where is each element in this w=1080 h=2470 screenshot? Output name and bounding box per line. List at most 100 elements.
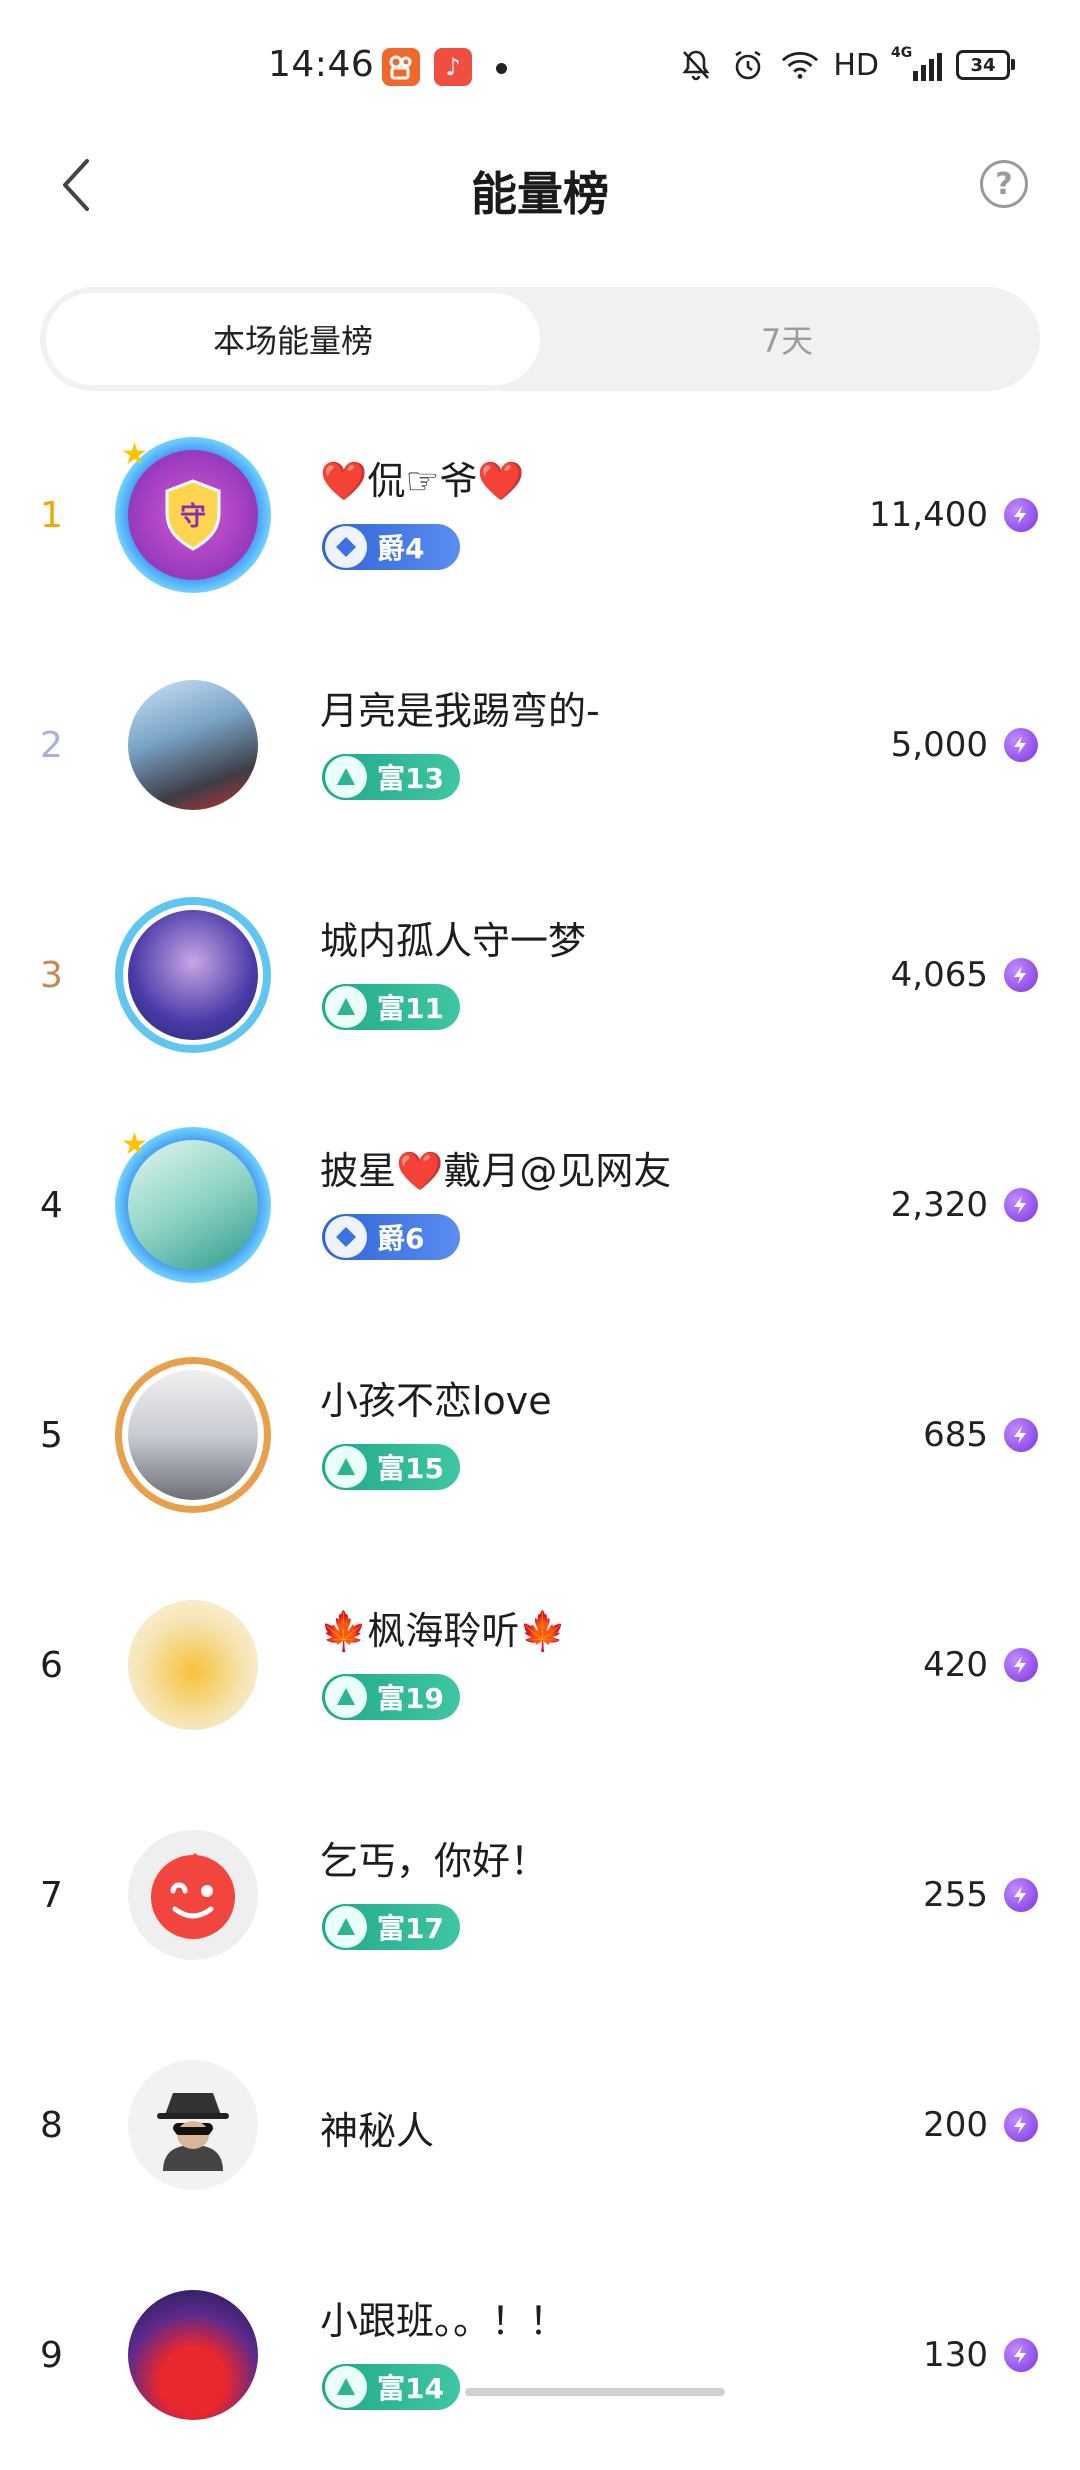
tab-switcher: 本场能量榜 7天 xyxy=(40,287,1040,391)
rank-number: 3 xyxy=(40,954,63,996)
user-name: 神秘人 xyxy=(320,2109,435,2153)
avatar[interactable] xyxy=(115,1587,271,1743)
header: 能量榜 ? xyxy=(0,130,1080,240)
star-decoration-icon: ★ xyxy=(121,437,148,472)
rank-number: 9 xyxy=(40,2334,63,2376)
level-badge: 爵6 xyxy=(322,1214,460,1260)
alarm-icon xyxy=(729,46,767,84)
badge-label: 富15 xyxy=(377,1452,444,1485)
energy-bolt-icon xyxy=(1004,1418,1038,1452)
diamond-icon xyxy=(336,1227,356,1247)
battery-icon: 34 xyxy=(956,50,1015,80)
user-name: 小孩不恋love xyxy=(320,1379,552,1423)
rank-number: 1 xyxy=(40,494,63,536)
badge-label: 爵4 xyxy=(377,532,425,565)
music-app-icon: ♪ xyxy=(434,48,472,86)
energy-score: 5,000 xyxy=(890,725,988,765)
triangle-icon xyxy=(337,1458,355,1475)
level-badge: 富14 xyxy=(322,2364,460,2410)
ranking-row[interactable]: 9 小跟班。。！！ 富14 130 xyxy=(0,2240,1080,2470)
energy-bolt-icon xyxy=(1004,2338,1038,2372)
energy-score: 11,400 xyxy=(869,495,988,535)
energy-score: 255 xyxy=(923,1875,988,1915)
avatar[interactable] xyxy=(115,1817,271,1973)
kuaishou-app-icon xyxy=(382,48,420,86)
rank-number: 8 xyxy=(40,2104,63,2146)
signal-icon: 4G xyxy=(891,45,942,81)
rank-number: 4 xyxy=(40,1184,63,1226)
avatar[interactable]: 守 ★ xyxy=(115,437,271,593)
energy-score: 130 xyxy=(923,2335,988,2375)
network-4g-label: 4G xyxy=(891,45,913,61)
level-badge: 富11 xyxy=(322,984,460,1030)
wink-face-icon xyxy=(151,1852,235,1939)
incognito-icon xyxy=(157,2093,229,2171)
avatar[interactable] xyxy=(115,2277,271,2433)
ranking-row[interactable]: 4 ★ 披星❤️戴月@见网友 爵6 2,320 xyxy=(0,1090,1080,1320)
diamond-icon xyxy=(336,537,356,557)
home-indicator xyxy=(465,2388,725,2396)
level-badge: 富19 xyxy=(322,1674,460,1720)
badge-label: 富13 xyxy=(377,762,444,795)
page-title: 能量榜 xyxy=(471,167,609,221)
energy-bolt-icon xyxy=(1004,1878,1038,1912)
energy-score: 420 xyxy=(923,1645,988,1685)
badge-label: 富14 xyxy=(377,2372,444,2405)
user-name: 🍁枫海聆听🍁 xyxy=(320,1609,567,1653)
avatar[interactable] xyxy=(115,1357,271,1513)
energy-bolt-icon xyxy=(1004,498,1038,532)
badge-label: 富19 xyxy=(377,1682,444,1715)
level-badge: 富13 xyxy=(322,754,460,800)
user-name: 小跟班。。！！ xyxy=(320,2299,568,2343)
tab-current-session[interactable]: 本场能量榜 xyxy=(46,293,540,385)
ranking-row[interactable]: 7 乞丐，你好！ 富17 255 xyxy=(0,1780,1080,2010)
ranking-row[interactable]: 2 月亮是我踢弯的- 富13 5,000 xyxy=(0,630,1080,860)
energy-bolt-icon xyxy=(1004,2108,1038,2142)
energy-score: 4,065 xyxy=(890,955,988,995)
rank-number: 7 xyxy=(40,1874,63,1916)
energy-score: 685 xyxy=(923,1415,988,1455)
user-name: ❤️侃☞爷❤️ xyxy=(320,459,525,503)
svg-text:守: 守 xyxy=(180,501,206,532)
wifi-icon xyxy=(781,46,819,84)
triangle-icon xyxy=(337,998,355,1015)
help-button[interactable]: ? xyxy=(980,160,1028,208)
user-name: 披星❤️戴月@见网友 xyxy=(320,1149,672,1193)
ranking-row[interactable]: 5 小孩不恋love 富15 685 xyxy=(0,1320,1080,1550)
guard-shield-icon: 守 xyxy=(165,479,221,551)
triangle-icon xyxy=(337,1918,355,1935)
star-decoration-icon: ★ xyxy=(121,1127,148,1162)
level-badge: 富17 xyxy=(322,1904,460,1950)
ranking-row[interactable]: 1 守 ★ ❤️侃☞爷❤️ 爵4 11,400 xyxy=(0,400,1080,630)
battery-level: 34 xyxy=(970,54,996,76)
user-name: 乞丐，你好！ xyxy=(320,1839,549,1883)
badge-label: 富17 xyxy=(377,1912,444,1945)
energy-bolt-icon xyxy=(1004,728,1038,762)
avatar[interactable] xyxy=(115,667,271,823)
bell-muted-icon xyxy=(677,46,715,84)
notification-dot xyxy=(496,63,507,74)
rank-number: 6 xyxy=(40,1644,63,1686)
avatar[interactable] xyxy=(115,897,271,1053)
ranking-row[interactable]: 8 神秘人 200 xyxy=(0,2010,1080,2240)
status-bar: 14:46 ♪ HD 4G 34 xyxy=(0,0,1080,130)
badge-label: 富11 xyxy=(377,992,444,1025)
level-badge: 富15 xyxy=(322,1444,460,1490)
energy-score: 2,320 xyxy=(890,1185,988,1225)
user-name: 城内孤人守一梦 xyxy=(320,919,587,963)
triangle-icon xyxy=(337,1688,355,1705)
badge-label: 爵6 xyxy=(377,1222,425,1255)
energy-bolt-icon xyxy=(1004,958,1038,992)
energy-bolt-icon xyxy=(1004,1648,1038,1682)
user-name: 月亮是我踢弯的- xyxy=(320,689,600,733)
tab-7-days[interactable]: 7天 xyxy=(540,293,1034,385)
network-hd-label: HD xyxy=(833,47,879,83)
rank-number: 5 xyxy=(40,1414,63,1456)
question-icon: ? xyxy=(995,166,1013,202)
ranking-row[interactable]: 3 城内孤人守一梦 富11 4,065 xyxy=(0,860,1080,1090)
avatar[interactable]: ★ xyxy=(115,1127,271,1283)
ranking-row[interactable]: 6 🍁枫海聆听🍁 富19 420 xyxy=(0,1550,1080,1780)
avatar[interactable] xyxy=(115,2047,271,2203)
status-time: 14:46 xyxy=(268,44,375,85)
energy-score: 200 xyxy=(923,2105,988,2145)
